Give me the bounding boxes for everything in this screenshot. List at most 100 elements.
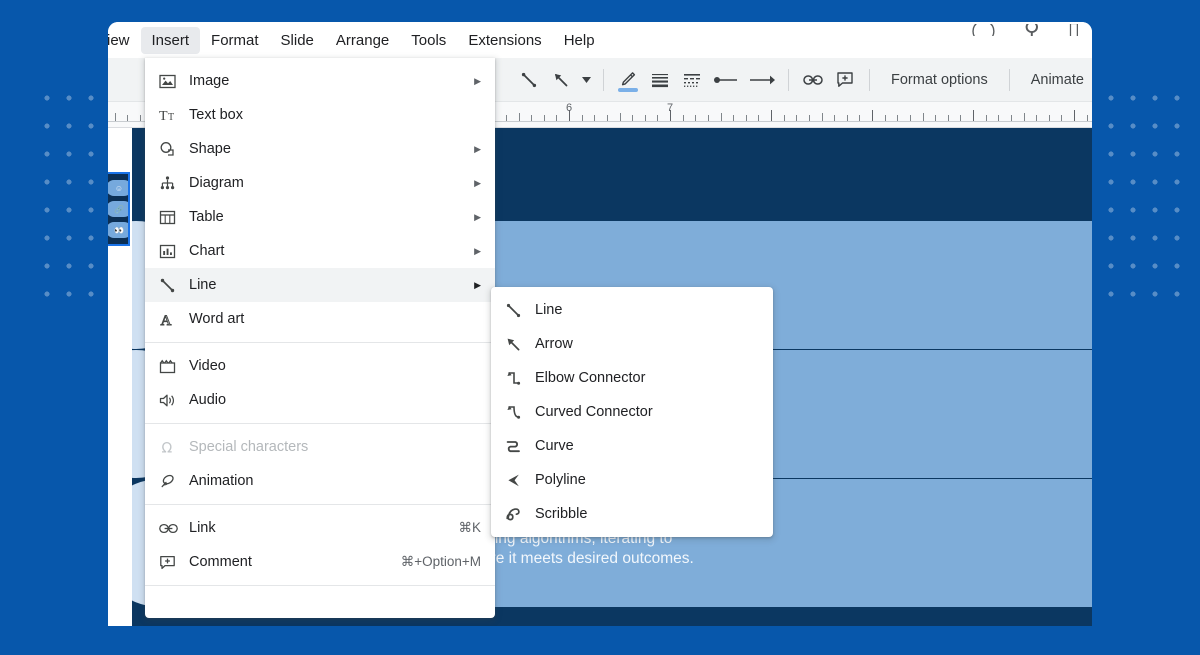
slide-filmstrip[interactable]: ☺ 🔗 👀 xyxy=(108,128,132,626)
line-submenu-item-arrow[interactable]: Arrow xyxy=(491,327,773,361)
insert-menu-label-special-characters: Special characters xyxy=(189,439,309,455)
insert-menu-item-comment[interactable]: Comment ⌘+Option+M xyxy=(145,545,495,579)
line-weight-icon[interactable] xyxy=(645,65,675,95)
insert-menu-item-video[interactable]: Video xyxy=(145,349,495,383)
search-icon[interactable]: ⚲ xyxy=(1024,24,1040,36)
comment-icon xyxy=(159,554,189,571)
insert-menu-item-text-box[interactable]: TT Text box xyxy=(145,98,495,132)
insert-menu-item-table[interactable]: Table ▶ xyxy=(145,200,495,234)
ruler-tick xyxy=(1074,110,1075,121)
elbow-connector-icon xyxy=(505,370,535,387)
pen-color-icon[interactable] xyxy=(613,65,643,95)
line-submenu-item-curve[interactable]: Curve xyxy=(491,429,773,463)
decorative-dot-grid-right xyxy=(1100,84,1192,304)
chevron-right-icon: ▶ xyxy=(474,177,481,188)
menu-tools[interactable]: Tools xyxy=(400,27,457,54)
line-submenu-label-curved-connector: Curved Connector xyxy=(535,404,653,420)
line-submenu-item-polyline[interactable]: Polyline xyxy=(491,463,773,497)
insert-menu-label-audio: Audio xyxy=(189,392,227,408)
arrow-icon[interactable] xyxy=(546,65,576,95)
window-chrome-icons: ◯ ⚲ ▯ xyxy=(971,22,1080,36)
textbox-icon: TT xyxy=(159,108,189,123)
shape-icon xyxy=(159,141,189,158)
menu-format[interactable]: Format xyxy=(200,27,270,54)
ruler-label: 7 xyxy=(666,102,674,114)
menu-insert[interactable]: Insert xyxy=(140,26,201,54)
diagram-icon xyxy=(159,175,189,192)
line-submenu-label-scribble: Scribble xyxy=(535,506,588,522)
insert-menu-item-link[interactable]: Link ⌘K xyxy=(145,511,495,545)
wordart-icon: A xyxy=(159,311,189,328)
insert-menu-item-chart[interactable]: Chart ▶ xyxy=(145,234,495,268)
svg-text:T: T xyxy=(168,112,174,123)
line-submenu-item-line[interactable]: Line xyxy=(491,293,773,327)
insert-menu-item-audio[interactable]: Audio xyxy=(145,383,495,417)
line-submenu-label-line: Line xyxy=(535,302,563,318)
insert-menu-label-link: Link xyxy=(189,520,216,536)
animation-icon xyxy=(159,473,189,490)
line-icon xyxy=(505,302,535,319)
insert-menu-label-line: Line xyxy=(189,277,217,293)
line-submenu-item-curved-connector[interactable]: Curved Connector xyxy=(491,395,773,429)
chevron-right-icon: ▶ xyxy=(474,211,481,222)
menu-view[interactable]: iew xyxy=(108,27,141,54)
pen-color-swatch xyxy=(618,87,638,92)
link-icon[interactable] xyxy=(798,65,828,95)
scribble-icon xyxy=(505,506,535,523)
line-submenu-label-arrow: Arrow xyxy=(535,336,573,352)
history-icon[interactable]: ◯ xyxy=(971,24,996,36)
ruler-tick xyxy=(1023,113,1025,121)
insert-menu-item-word-art[interactable]: A Word art xyxy=(145,302,495,336)
comment-icon[interactable] xyxy=(830,65,860,95)
ruler-tick xyxy=(720,113,722,121)
omega-icon: Ω xyxy=(159,439,189,456)
table-icon xyxy=(159,209,189,226)
insert-menu-divider-4 xyxy=(145,585,495,586)
line-start-icon[interactable] xyxy=(709,65,743,95)
line-end-icon[interactable] xyxy=(745,65,779,95)
line-submenu-label-curve: Curve xyxy=(535,438,574,454)
ruler-tick xyxy=(973,110,974,121)
menu-help[interactable]: Help xyxy=(553,27,606,54)
insert-menu-clipped-area xyxy=(145,592,495,612)
insert-menu-label-comment: Comment xyxy=(189,554,252,570)
insert-menu-item-line[interactable]: Line ▶ xyxy=(145,268,495,302)
line-dash-icon[interactable] xyxy=(677,65,707,95)
curve-icon xyxy=(505,438,535,455)
pill-icon-1: ☺ xyxy=(108,180,128,196)
menu-extensions[interactable]: Extensions xyxy=(457,27,552,54)
insert-menu[interactable]: Image ▶ TT Text box Shape ▶ Diagram ▶ Ta… xyxy=(145,58,495,618)
insert-menu-item-shape[interactable]: Shape ▶ xyxy=(145,132,495,166)
slide-thumbnail-1[interactable]: ☺ 🔗 👀 xyxy=(108,172,130,246)
link-icon xyxy=(159,522,189,535)
audio-icon xyxy=(159,392,189,409)
insert-menu-accel-comment: ⌘+Option+M xyxy=(400,554,481,569)
insert-menu-item-animation[interactable]: Animation xyxy=(145,464,495,498)
chart-icon xyxy=(159,243,189,260)
line-submenu-item-scribble[interactable]: Scribble xyxy=(491,497,773,531)
ruler-tick xyxy=(821,113,823,121)
insert-menu-label-image: Image xyxy=(189,73,230,89)
chevron-right-icon: ▶ xyxy=(474,75,481,86)
present-icon[interactable]: ▯ xyxy=(1068,24,1080,36)
toolbar-divider-4 xyxy=(1008,68,1010,91)
format-options-button[interactable]: Format options xyxy=(879,66,1000,94)
insert-menu-item-diagram[interactable]: Diagram ▶ xyxy=(145,166,495,200)
ruler-tick xyxy=(872,110,873,121)
insert-menu-label-video: Video xyxy=(189,358,226,374)
polyline-icon xyxy=(505,472,535,489)
insert-menu-item-image[interactable]: Image ▶ xyxy=(145,64,495,98)
svg-text:Ω: Ω xyxy=(162,440,173,456)
svg-text:A: A xyxy=(161,313,172,328)
google-slides-window: iew Insert Format Slide Arrange Tools Ex… xyxy=(108,22,1092,626)
animate-button[interactable]: Animate xyxy=(1019,66,1092,94)
menu-arrange[interactable]: Arrange xyxy=(325,27,400,54)
line-submenu-item-elbow-connector[interactable]: Elbow Connector xyxy=(491,361,773,395)
chevron-right-icon: ▶ xyxy=(474,245,481,256)
insert-menu-label-shape: Shape xyxy=(189,141,231,157)
menu-slide[interactable]: Slide xyxy=(270,27,325,54)
dropdown-caret-icon[interactable] xyxy=(578,65,594,95)
pill-icon-3: 👀 xyxy=(108,222,128,238)
line-submenu[interactable]: Line Arrow Elbow Connector Curved Connec… xyxy=(491,287,773,537)
line-icon[interactable] xyxy=(514,65,544,95)
